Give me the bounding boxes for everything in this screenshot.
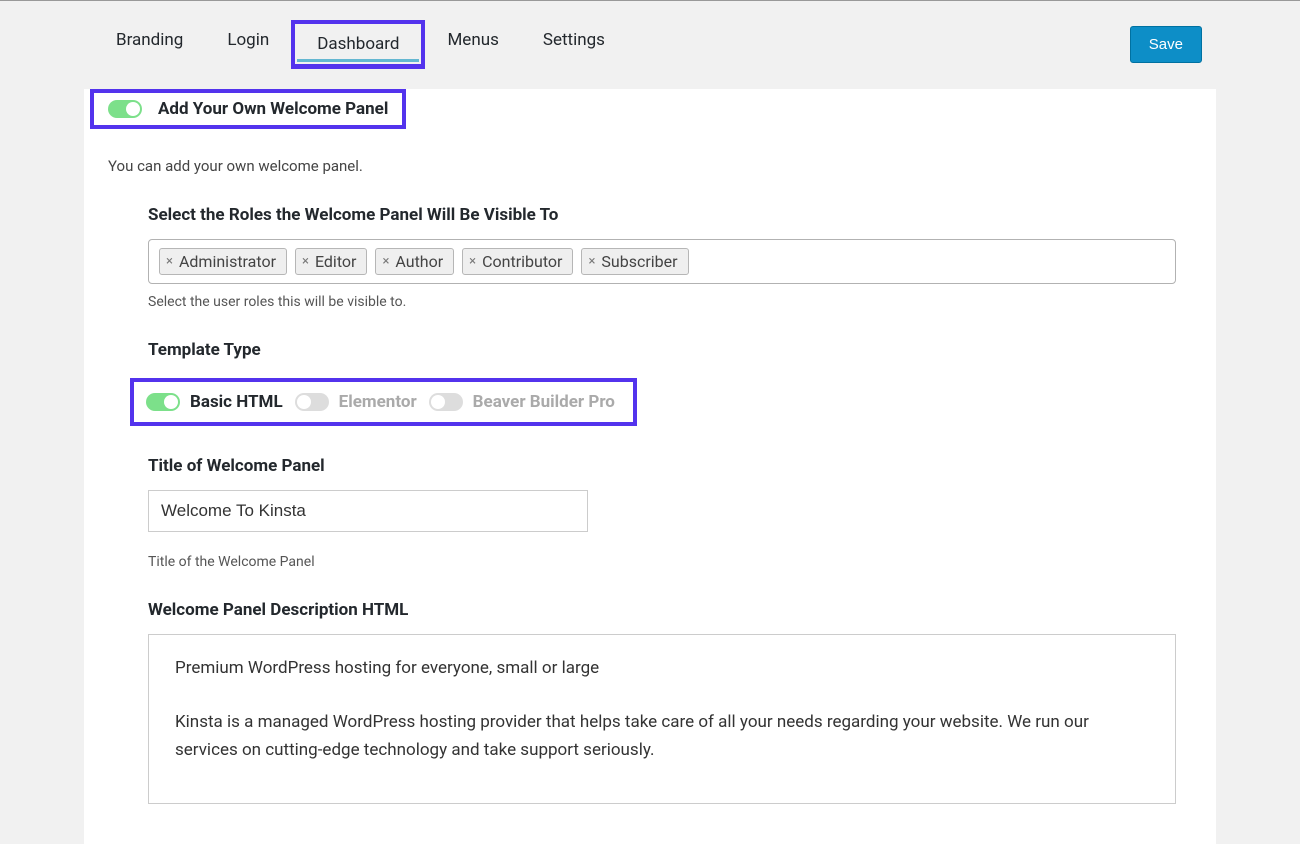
- title-input[interactable]: [148, 490, 588, 532]
- role-tag-contributor[interactable]: × Contributor: [462, 248, 573, 275]
- tab-dashboard[interactable]: Dashboard: [291, 20, 425, 69]
- template-label: Beaver Builder Pro: [473, 392, 615, 412]
- tab-login[interactable]: Login: [205, 20, 291, 69]
- title-section: Title of Welcome Panel Title of the Welc…: [148, 456, 1216, 570]
- template-option-basic-html: Basic HTML: [146, 392, 283, 412]
- role-tag-author[interactable]: × Author: [375, 248, 454, 275]
- tag-label: Contributor: [482, 252, 562, 271]
- tag-label: Subscriber: [601, 252, 677, 271]
- template-option-beaver-builder: Beaver Builder Pro: [429, 392, 615, 412]
- welcome-toggle[interactable]: [108, 100, 142, 118]
- role-tag-editor[interactable]: × Editor: [295, 248, 367, 275]
- welcome-panel-row-highlight: Add Your Own Welcome Panel: [90, 89, 406, 129]
- description-section-label: Welcome Panel Description HTML: [148, 600, 1176, 620]
- role-tag-subscriber[interactable]: × Subscriber: [581, 248, 688, 275]
- tag-label: Administrator: [179, 252, 276, 271]
- template-label: Elementor: [339, 392, 417, 412]
- header-bar: Branding Login Dashboard Menus Settings …: [84, 10, 1216, 89]
- save-button[interactable]: Save: [1130, 26, 1202, 63]
- template-label: Basic HTML: [190, 392, 283, 412]
- remove-icon[interactable]: ×: [469, 254, 476, 269]
- settings-page: Branding Login Dashboard Menus Settings …: [0, 1, 1300, 844]
- remove-icon[interactable]: ×: [302, 254, 309, 269]
- template-type-label: Template Type: [148, 340, 1176, 360]
- remove-icon[interactable]: ×: [382, 254, 389, 269]
- template-toggle-basic-html[interactable]: [146, 393, 180, 411]
- template-type-section: Template Type Basic HTML Elementor Beave…: [148, 340, 1216, 426]
- settings-panel: Add Your Own Welcome Panel You can add y…: [84, 89, 1216, 844]
- title-hint: Title of the Welcome Panel: [148, 554, 1176, 570]
- title-section-label: Title of Welcome Panel: [148, 456, 1176, 476]
- tab-nav: Branding Login Dashboard Menus Settings: [94, 20, 627, 69]
- description-section: Welcome Panel Description HTML Premium W…: [148, 600, 1216, 804]
- welcome-toggle-label: Add Your Own Welcome Panel: [158, 99, 388, 119]
- roles-section: Select the Roles the Welcome Panel Will …: [148, 205, 1216, 310]
- tab-settings[interactable]: Settings: [521, 20, 627, 69]
- description-textarea[interactable]: Premium WordPress hosting for everyone, …: [148, 634, 1176, 804]
- tag-label: Author: [395, 252, 443, 271]
- roles-hint: Select the user roles this will be visib…: [148, 294, 1176, 310]
- template-toggle-elementor[interactable]: [295, 393, 329, 411]
- roles-section-label: Select the Roles the Welcome Panel Will …: [148, 205, 1176, 225]
- tag-label: Editor: [315, 252, 356, 271]
- role-tag-administrator[interactable]: × Administrator: [159, 248, 287, 275]
- template-toggle-beaver-builder[interactable]: [429, 393, 463, 411]
- tab-branding[interactable]: Branding: [94, 20, 205, 69]
- tab-menus[interactable]: Menus: [425, 20, 520, 69]
- template-option-elementor: Elementor: [295, 392, 417, 412]
- remove-icon[interactable]: ×: [588, 254, 595, 269]
- roles-tag-input[interactable]: × Administrator × Editor × Author × Contribu…: [148, 239, 1176, 284]
- welcome-description: You can add your own welcome panel.: [108, 157, 1216, 175]
- template-type-row-highlight: Basic HTML Elementor Beaver Builder Pro: [130, 378, 637, 426]
- remove-icon[interactable]: ×: [166, 254, 173, 269]
